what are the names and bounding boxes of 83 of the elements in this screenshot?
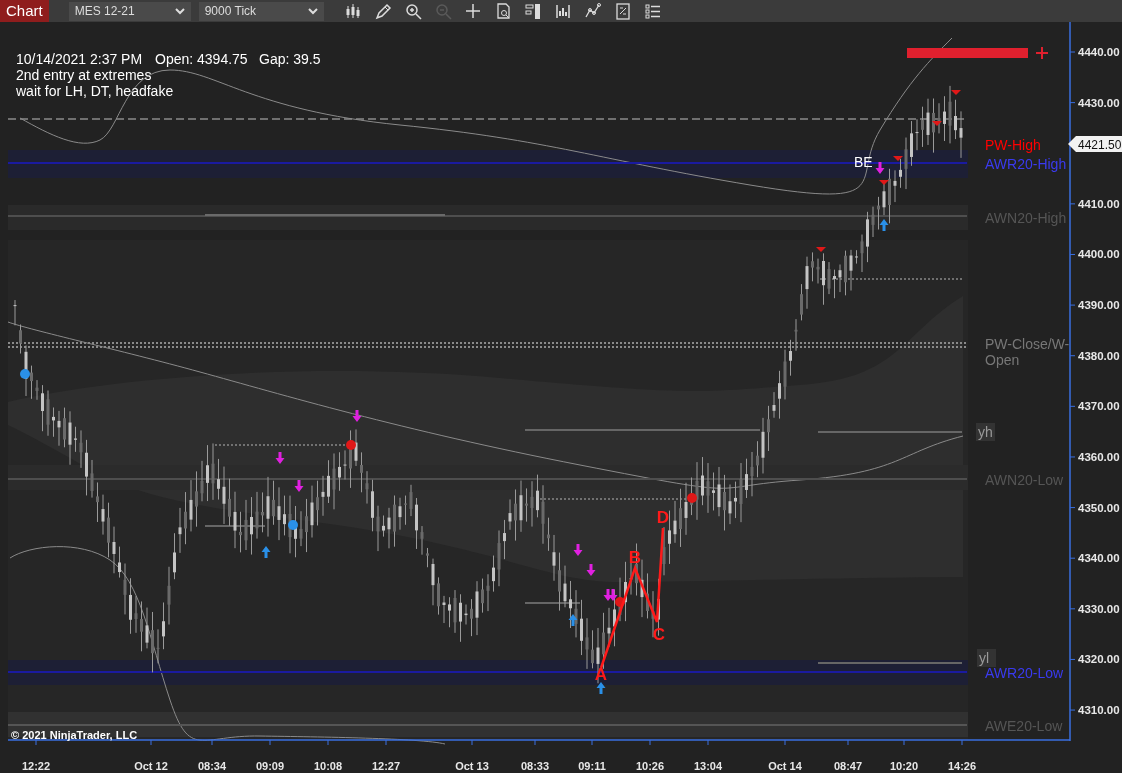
chart-button[interactable]: Chart [0, 0, 49, 22]
chart-info-text: Open: 4394.75 [155, 51, 248, 67]
price-axis-label: 4350.00 [1078, 501, 1120, 514]
bar-chart-icon[interactable] [553, 2, 572, 20]
bars-icon[interactable] [523, 2, 542, 20]
line-chart-icon[interactable] [583, 2, 602, 20]
interval-dropdown[interactable]: 9000 Tick [198, 1, 324, 21]
caret-icon[interactable] [307, 7, 318, 15]
signal-dot-icon [615, 597, 625, 607]
time-axis-label: Oct 13 [455, 760, 489, 772]
price-axis-label: 4440.00 [1078, 46, 1120, 58]
triangle-marker-icon [879, 180, 889, 185]
chart-info-text: 10/14/2021 2:37 PM [16, 51, 143, 67]
triangle-marker-icon [932, 121, 942, 126]
down-arrow-icon [352, 410, 362, 422]
caret-icon[interactable] [174, 7, 185, 15]
down-arrow-icon [573, 544, 583, 556]
pattern-label: A [594, 665, 608, 684]
down-arrow-icon [875, 162, 885, 174]
down-arrow-icon [275, 452, 285, 464]
time-axis-label: 10:08 [313, 760, 343, 772]
time-axis-label: 09:09 [255, 760, 285, 772]
time-axis-label: 12:27 [371, 760, 401, 772]
up-arrow-icon [596, 682, 606, 694]
time-axis-label: 14:26 [947, 760, 977, 772]
price-level-line [204, 525, 266, 527]
price-axis-label: 4430.00 [1078, 96, 1120, 109]
price-axis-label: 4310.00 [1078, 704, 1120, 717]
chart-note: 2nd entry at extremes [16, 67, 152, 83]
price-axis-label: 4320.00 [1078, 653, 1120, 666]
zoom-in-icon[interactable] [403, 2, 422, 20]
time-axis-label: 08:47 [833, 760, 863, 772]
price-axis-label: 4410.00 [1078, 197, 1120, 210]
time-axis-label: Oct 14 [768, 760, 802, 772]
signal-dot-icon [288, 520, 298, 530]
instrument-dropdown[interactable]: MES 12-21 [68, 1, 191, 21]
level-label: PW-High [985, 137, 1041, 153]
up-arrow-icon [568, 614, 578, 626]
level-label: AWR20-High [985, 156, 1067, 172]
pattern-label: B [628, 548, 642, 567]
down-arrow-icon [586, 564, 596, 576]
pencil-icon[interactable] [373, 2, 392, 20]
price-axis-label: 4340.00 [1078, 552, 1120, 565]
time-axis-label: 08:33 [520, 760, 550, 772]
crosshair-icon[interactable] [463, 2, 482, 20]
level-label: PW-Close/W- Open [985, 336, 1070, 368]
time-axis-label: 12:22 [21, 760, 51, 772]
time-axis-label: 10:20 [889, 760, 919, 772]
price-axis-label: 4400.00 [1078, 248, 1120, 261]
time-axis-label: 13:04 [693, 760, 723, 772]
signal-dot-icon [20, 369, 30, 379]
plus-icon [1035, 46, 1049, 60]
price-axis-label: 4370.00 [1078, 400, 1120, 413]
copyright-text: © 2021 NinjaTrader, LLC [11, 729, 138, 741]
up-arrow-icon [261, 546, 271, 558]
price-level-line [524, 602, 581, 604]
signal-dot-icon [346, 440, 356, 450]
entry-label: BE [854, 154, 873, 170]
pattern-label: C [652, 625, 666, 644]
chart-note: wait for LH, DT, headfake [16, 83, 174, 99]
triangle-marker-icon [893, 156, 903, 161]
document-icon[interactable] [613, 2, 632, 20]
price-axis-label: 4360.00 [1078, 450, 1120, 463]
time-axis-label: 09:11 [578, 760, 606, 772]
triangle-marker-icon [816, 247, 826, 252]
price-axis-label: 4380.00 [1078, 349, 1120, 362]
chart-info-text: Gap: 39.5 [259, 51, 321, 67]
down-arrow-icon [294, 480, 304, 492]
up-arrow-icon [879, 219, 889, 231]
price-axis-label: 4390.00 [1078, 299, 1120, 312]
time-axis-label: 08:34 [197, 760, 227, 772]
time-axis-label: 10:26 [635, 760, 665, 772]
current-price-tag: 4421.50 [1068, 136, 1122, 152]
time-axis-label: Oct 12 [134, 760, 168, 772]
list-icon[interactable] [643, 2, 662, 20]
level-tag: yh [976, 423, 995, 441]
price-axis-label: 4330.00 [1078, 602, 1120, 615]
level-tag: yl [977, 649, 996, 667]
level-label: AWR20-Low [985, 665, 1064, 681]
down-arrow-icon [608, 589, 618, 601]
pattern-label: D [656, 508, 670, 527]
triangle-marker-icon [951, 90, 961, 95]
signal-dot-icon [687, 493, 697, 503]
